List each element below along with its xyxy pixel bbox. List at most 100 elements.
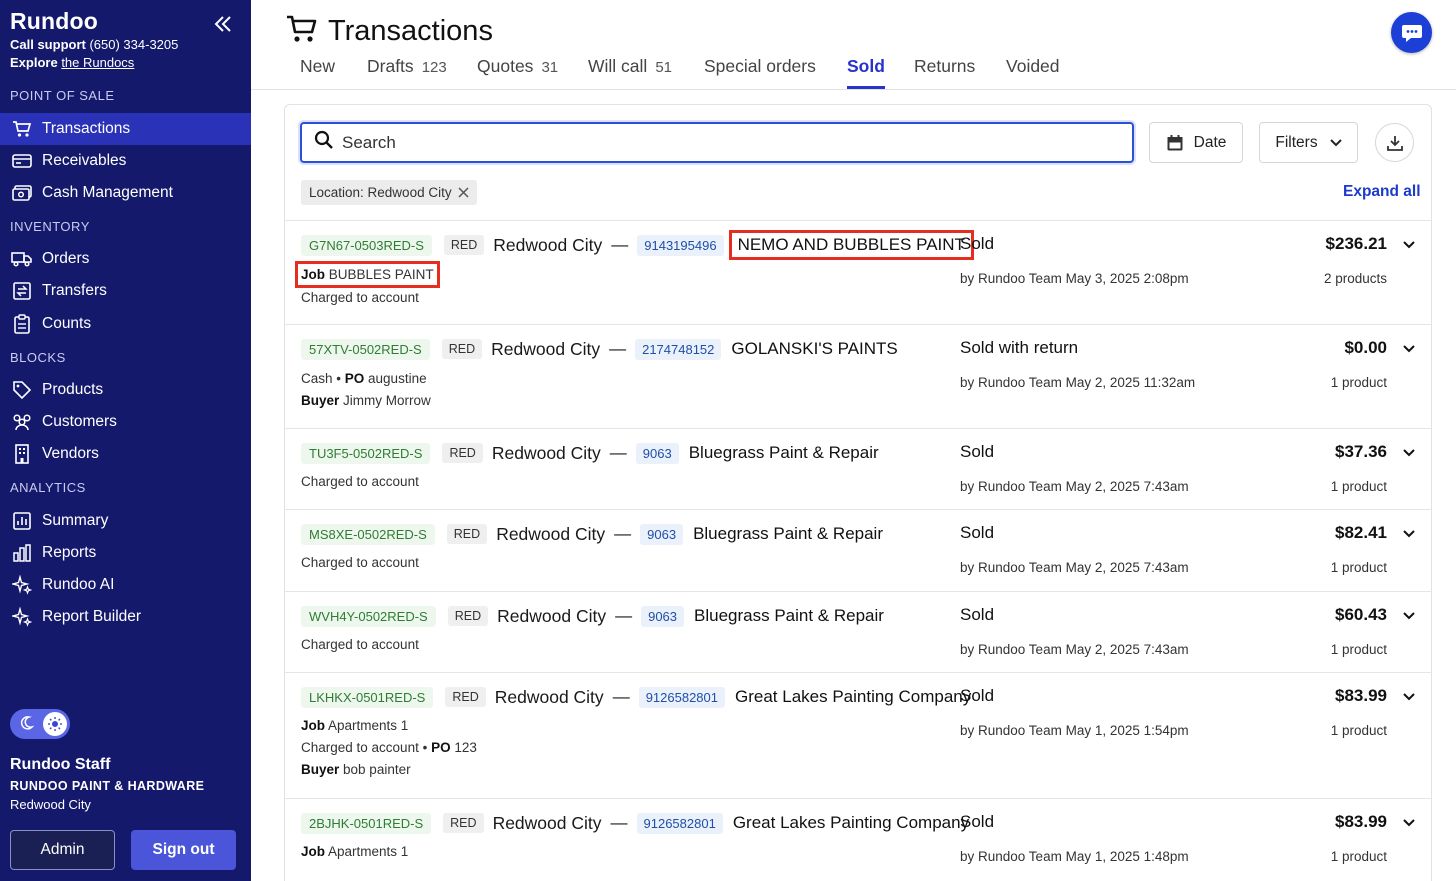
location-name: Redwood City xyxy=(493,234,603,255)
tab-will-call[interactable]: Will call 51 xyxy=(588,56,672,89)
download-icon xyxy=(1386,134,1404,152)
product-count: 1 product xyxy=(1330,723,1387,738)
date-button[interactable]: Date xyxy=(1149,122,1243,163)
chevron-down-icon[interactable] xyxy=(1401,237,1417,253)
payment-line: Charged to account • PO 123 xyxy=(301,740,477,755)
product-count: 1 product xyxy=(1330,849,1387,864)
sidebar-item-summary[interactable]: Summary xyxy=(0,505,251,537)
sidebar-item-reports[interactable]: Reports xyxy=(0,537,251,569)
tab-sold[interactable]: Sold xyxy=(847,56,885,89)
separator: — xyxy=(610,813,628,832)
tab-voided[interactable]: Voided xyxy=(1006,56,1060,89)
tab-quotes[interactable]: Quotes 31 xyxy=(477,56,558,89)
sidebar-item-label: Receivables xyxy=(42,152,127,169)
amount: $60.43 xyxy=(1335,605,1387,624)
section-inventory: INVENTORY xyxy=(10,219,90,234)
status: Sold xyxy=(960,442,995,461)
truck-icon xyxy=(11,248,33,270)
filters-button[interactable]: Filters xyxy=(1259,122,1358,163)
sidebar-item-receivables[interactable]: Receivables xyxy=(0,145,251,177)
tab-label: Drafts xyxy=(367,56,414,76)
tab-label: Quotes xyxy=(477,56,534,76)
theme-toggle[interactable] xyxy=(10,709,70,739)
support-phone[interactable]: (650) 334-3205 xyxy=(89,37,178,52)
transaction-id[interactable]: G7N67-0503RED-S xyxy=(301,234,432,256)
account-number[interactable]: 9063 xyxy=(635,442,679,464)
chat-icon[interactable] xyxy=(1391,12,1432,53)
collapse-sidebar-icon[interactable] xyxy=(210,12,236,36)
tab-special-orders[interactable]: Special orders xyxy=(704,56,816,89)
receivables-icon xyxy=(11,150,33,172)
sidebar-item-products[interactable]: Products xyxy=(0,374,251,406)
sidebar-item-orders[interactable]: Orders xyxy=(0,243,251,275)
page-header: Transactions xyxy=(286,14,493,49)
po-value: augustine xyxy=(368,371,427,386)
tag-icon xyxy=(11,379,33,401)
payment-line: Charged to account xyxy=(301,555,419,570)
tab-label: Special orders xyxy=(704,56,816,76)
payment-line: Cash • PO augustine xyxy=(301,371,427,386)
cash-icon xyxy=(11,182,33,204)
separator: — xyxy=(615,606,633,625)
users-icon xyxy=(11,411,33,433)
expand-all-link[interactable]: Expand all xyxy=(1343,183,1421,201)
account-number[interactable]: 9126582801 xyxy=(638,686,725,708)
transaction-id[interactable]: WVH4Y-0502RED-S xyxy=(301,605,436,627)
account-number[interactable]: 9143195496 xyxy=(637,234,724,256)
download-button[interactable] xyxy=(1375,123,1414,162)
sidebar-item-report-builder[interactable]: Report Builder xyxy=(0,601,251,633)
account-number[interactable]: 2174748152 xyxy=(635,338,722,360)
sidebar-item-customers[interactable]: Customers xyxy=(0,406,251,438)
row-divider xyxy=(285,220,1431,221)
job-value: Apartments 1 xyxy=(328,718,409,733)
transaction-id[interactable]: 57XTV-0502RED-S xyxy=(301,338,430,360)
chevron-down-icon[interactable] xyxy=(1401,815,1417,831)
transaction-id[interactable]: LKHKX-0501RED-S xyxy=(301,686,434,708)
tab-label: Returns xyxy=(914,56,976,76)
location-code: RED xyxy=(447,606,489,626)
payment-line: Charged to account xyxy=(301,290,419,305)
chevron-down-icon[interactable] xyxy=(1401,608,1417,624)
filters-label: Filters xyxy=(1275,133,1318,151)
status: Sold xyxy=(960,605,995,624)
transaction-id[interactable]: 2BJHK-0501RED-S xyxy=(301,812,432,834)
row-divider xyxy=(285,672,1431,673)
close-icon[interactable] xyxy=(458,187,469,198)
chevron-down-icon[interactable] xyxy=(1401,341,1417,357)
support-label: Call support xyxy=(10,37,86,52)
admin-button[interactable]: Admin xyxy=(10,830,115,870)
sidebar-item-label: Cash Management xyxy=(42,184,173,201)
search-input[interactable] xyxy=(342,132,1102,153)
account-number[interactable]: 9126582801 xyxy=(636,812,723,834)
brand-logo[interactable]: Rundoo xyxy=(10,8,98,35)
rundocs-link[interactable]: the Rundocs xyxy=(61,55,134,70)
chevron-down-icon[interactable] xyxy=(1401,689,1417,705)
sidebar-item-transfers[interactable]: Transfers xyxy=(0,275,251,307)
transaction-id[interactable]: MS8XE-0502RED-S xyxy=(301,523,435,545)
status: Sold xyxy=(960,812,995,831)
sidebar-item-rundoo-ai[interactable]: Rundoo AI xyxy=(0,569,251,601)
search-box[interactable] xyxy=(300,122,1134,163)
sidebar-item-cash-management[interactable]: Cash Management xyxy=(0,177,251,209)
product-count: 1 product xyxy=(1330,375,1387,390)
amount: $83.99 xyxy=(1335,686,1387,705)
tab-drafts[interactable]: Drafts 123 xyxy=(367,56,447,89)
chevron-down-icon[interactable] xyxy=(1401,526,1417,542)
account-number[interactable]: 9063 xyxy=(641,605,685,627)
separator: — xyxy=(609,443,627,462)
tab-new[interactable]: New xyxy=(300,56,335,89)
section-point-of-sale: POINT OF SALE xyxy=(10,88,115,103)
sign-out-button[interactable]: Sign out xyxy=(131,830,236,870)
sidebar-item-transactions[interactable]: Transactions xyxy=(0,113,251,145)
cart-icon xyxy=(11,118,33,140)
product-count: 1 product xyxy=(1330,479,1387,494)
sidebar-item-label: Counts xyxy=(42,315,92,332)
transaction-id[interactable]: TU3F5-0502RED-S xyxy=(301,442,431,464)
chevron-down-icon[interactable] xyxy=(1401,445,1417,461)
account-number[interactable]: 9063 xyxy=(640,523,684,545)
sidebar-item-counts[interactable]: Counts xyxy=(0,308,251,340)
buyer-label: Buyer xyxy=(301,762,340,777)
location-code: RED xyxy=(443,235,485,255)
tab-returns[interactable]: Returns xyxy=(914,56,975,89)
sidebar-item-vendors[interactable]: Vendors xyxy=(0,438,251,470)
